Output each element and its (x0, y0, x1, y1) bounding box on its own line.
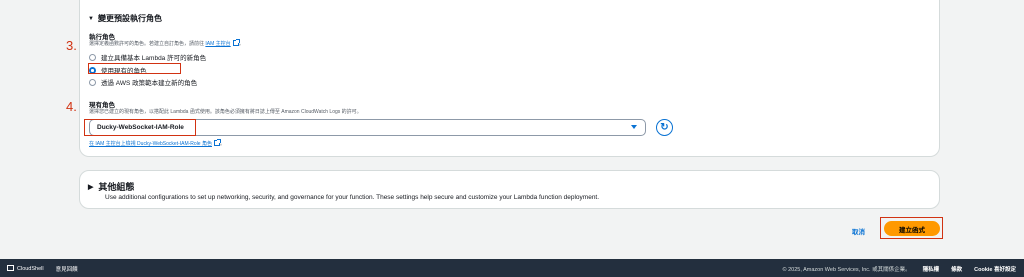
role-settings-panel: ▼ 變更預設執行角色 執行角色 選擇定義函數許可的角色。若建立自訂角色，請前往 … (79, 0, 940, 157)
other-config-toggle[interactable]: ▶ 其他組態 (88, 180, 134, 193)
cloudshell-button[interactable]: CloudShell (7, 265, 44, 272)
other-config-desc: Use additional configurations to set up … (105, 194, 600, 201)
step4-highlight (84, 119, 196, 136)
refresh-button[interactable]: ↻ (656, 119, 673, 136)
radio-button[interactable] (89, 78, 96, 86)
external-link-icon (213, 139, 221, 146)
copyright: © 2025, Amazon Web Services, Inc. 或其關係企業… (782, 266, 911, 273)
execution-role-desc: 選擇定義函數許可的角色。若建立自訂角色，請前往 IAM 主控台。 (89, 39, 244, 47)
radio-label: 建立具備基本 Lambda 許可的新角色 (101, 55, 207, 62)
view-role-link[interactable]: 在 IAM 主控台上檢視 Ducky-WebSocket-IAM-Role 角色 (89, 141, 212, 147)
iam-console-link[interactable]: IAM 主控台 (205, 41, 230, 47)
step3-annotation: 3. (66, 38, 77, 53)
caret-right-icon: ▶ (88, 183, 94, 191)
other-config-title: 其他組態 (98, 182, 135, 192)
radio-button[interactable] (89, 53, 96, 61)
refresh-icon: ↻ (660, 121, 669, 133)
section-toggle[interactable]: ▼ 變更預設執行角色 (88, 13, 162, 24)
view-role-row: 在 IAM 主控台上檢視 Ducky-WebSocket-IAM-Role 角色… (89, 139, 225, 147)
external-link-icon (232, 39, 240, 46)
other-config-panel: ▶ 其他組態 Use additional configurations to … (79, 170, 940, 209)
cookie-preferences-link[interactable]: Cookie 喜好設定 (974, 265, 1016, 273)
terms-link[interactable]: 條款 (951, 265, 962, 273)
create-function-button[interactable]: 建立函式 (884, 221, 940, 236)
execution-role-desc-text: 選擇定義函數許可的角色。若建立自訂角色，請前往 (89, 41, 205, 47)
step4-annotation: 4. (66, 99, 77, 114)
terminal-icon (7, 265, 14, 271)
radio-label: 透過 AWS 政策範本建立新的角色 (101, 80, 198, 87)
caret-down-icon: ▼ (88, 15, 94, 22)
radio-create-from-template[interactable]: 透過 AWS 政策範本建立新的角色 (89, 77, 197, 87)
cancel-button[interactable]: 取消 (852, 226, 865, 236)
footer: CloudShell 意見回饋 © 2025, Amazon Web Servi… (0, 259, 1024, 277)
privacy-link[interactable]: 隱私權 (923, 265, 940, 273)
cloudshell-label: CloudShell (17, 266, 44, 272)
feedback-link[interactable]: 意見回饋 (56, 265, 78, 273)
radio-create-basic-role[interactable]: 建立具備基本 Lambda 許可的新角色 (89, 52, 206, 62)
step3-highlight (88, 63, 181, 74)
existing-role-desc: 選擇您已建立的現有角色，以搭配此 Lambda 函式使用。該角色必須擁有將日誌上… (89, 109, 362, 115)
section-title: 變更預設執行角色 (97, 14, 162, 23)
caret-down-icon (631, 125, 637, 129)
